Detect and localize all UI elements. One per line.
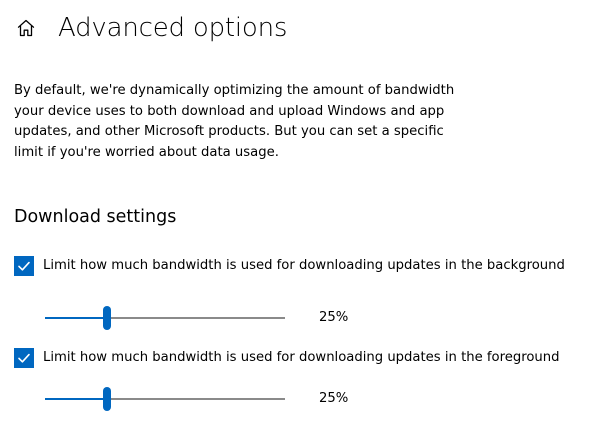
foreground-bandwidth-value: 25% bbox=[319, 391, 349, 406]
slider-thumb[interactable] bbox=[103, 387, 111, 411]
description-text: By default, we're dynamically optimizing… bbox=[14, 83, 455, 160]
foreground-bandwidth-slider[interactable] bbox=[45, 387, 285, 411]
download-settings-heading: Download settings bbox=[14, 207, 177, 227]
background-bandwidth-slider[interactable] bbox=[45, 306, 285, 330]
foreground-limit-label: Limit how much bandwidth is used for dow… bbox=[43, 350, 560, 365]
slider-fill bbox=[45, 398, 107, 400]
checkmark-icon bbox=[18, 261, 30, 271]
background-bandwidth-value: 25% bbox=[319, 310, 349, 325]
checkmark-icon bbox=[18, 353, 30, 363]
background-limit-row[interactable]: Limit how much bandwidth is used for dow… bbox=[14, 256, 583, 276]
home-icon bbox=[17, 19, 35, 37]
foreground-limit-checkbox[interactable] bbox=[14, 348, 34, 368]
slider-thumb[interactable] bbox=[103, 306, 111, 330]
foreground-limit-row[interactable]: Limit how much bandwidth is used for dow… bbox=[14, 348, 583, 368]
header: Advanced options bbox=[14, 8, 287, 48]
slider-fill bbox=[45, 317, 107, 319]
background-limit-label: Limit how much bandwidth is used for dow… bbox=[43, 258, 565, 273]
page-title: Advanced options bbox=[58, 13, 288, 43]
home-button[interactable] bbox=[14, 16, 38, 40]
background-limit-checkbox[interactable] bbox=[14, 256, 34, 276]
